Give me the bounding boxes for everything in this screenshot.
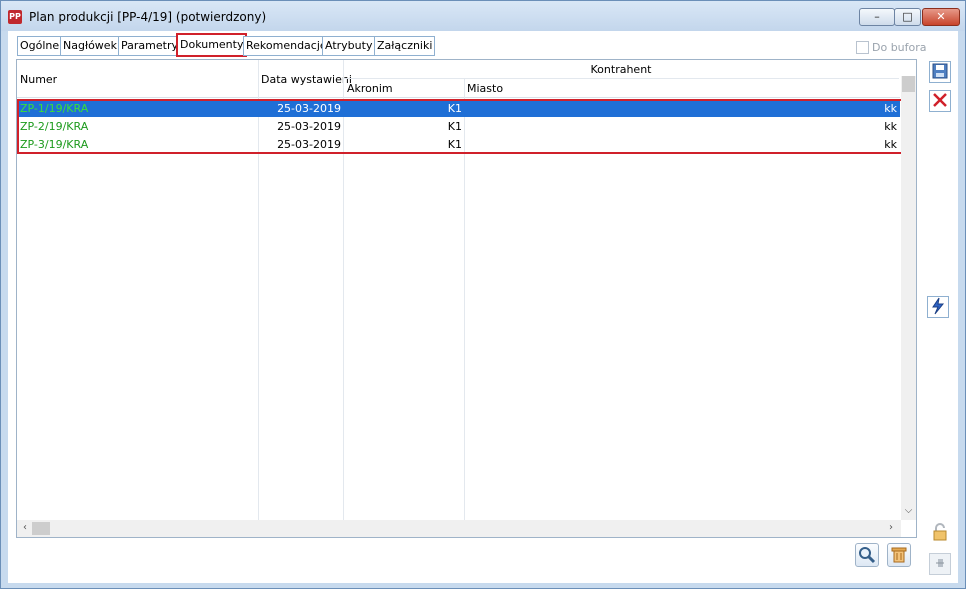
horizontal-scroll-thumb[interactable]	[32, 522, 50, 535]
horizontal-scrollbar[interactable]: ‹ ›	[17, 520, 901, 537]
cell-numer: ZP-2/19/KRA	[20, 120, 89, 133]
save-button[interactable]	[929, 61, 951, 83]
cell-data: 25-03-2019	[277, 102, 341, 115]
table-row[interactable]: ZP-1/19/KRA 25-03-2019 K1 kk	[18, 100, 900, 117]
header-divider	[343, 78, 899, 79]
table-row[interactable]: ZP-2/19/KRA 25-03-2019 K1 kk	[18, 118, 900, 135]
tab-zalaczniki[interactable]: Załączniki	[374, 36, 436, 56]
lock-button[interactable]	[929, 522, 951, 544]
tab-rekomendacje[interactable]: Rekomendacje	[243, 36, 330, 56]
cell-numer: ZP-1/19/KRA	[20, 102, 89, 115]
tab-parametry[interactable]: Parametry	[118, 36, 181, 56]
cell-data: 25-03-2019	[277, 138, 341, 151]
form-client-area: Ogólne Nagłówek Parametry Dokumenty Reko…	[8, 31, 958, 583]
trash-button[interactable]	[887, 543, 911, 567]
scroll-down-icon[interactable]: ⌵	[902, 504, 915, 518]
column-header-numer[interactable]: Numer	[20, 73, 57, 86]
table-row[interactable]: ZP-3/19/KRA 25-03-2019 K1 kk	[18, 136, 900, 153]
run-button[interactable]	[927, 296, 949, 318]
pin-icon	[936, 559, 944, 567]
lightning-icon	[932, 297, 945, 315]
tab-ogolne[interactable]: Ogólne	[17, 36, 63, 56]
do-bufora-label: Do bufora	[872, 41, 927, 54]
cell-data: 25-03-2019	[277, 120, 341, 133]
column-header-miasto[interactable]: Miasto	[467, 82, 503, 95]
vertical-scrollbar[interactable]: ⌵	[901, 76, 916, 520]
cell-akronim: K1	[447, 120, 462, 133]
close-button[interactable]: ✕	[922, 8, 960, 26]
cell-miasto: kk	[884, 138, 897, 151]
tab-naglowek[interactable]: Nagłówek	[60, 36, 120, 56]
documents-grid[interactable]: Numer Data wystawieni Kontrahent Akronim…	[16, 59, 917, 538]
tab-atrybuty[interactable]: Atrybuty	[322, 36, 376, 56]
column-header-data[interactable]: Data wystawieni	[261, 73, 352, 86]
scroll-right-icon[interactable]: ›	[885, 521, 897, 535]
window-title: Plan produkcji [PP-4/19] (potwierdzony)	[29, 10, 267, 24]
cell-akronim: K1	[447, 102, 462, 115]
tab-dokumenty[interactable]: Dokumenty	[176, 33, 248, 57]
plan-produkcji-window: PP Plan produkcji [PP-4/19] (potwierdzon…	[0, 0, 966, 589]
trash-icon	[891, 547, 907, 563]
column-header-kontrahent: Kontrahent	[590, 63, 652, 76]
search-button[interactable]	[855, 543, 879, 567]
minimize-button[interactable]: –	[859, 8, 895, 26]
save-icon	[932, 63, 948, 79]
cell-numer: ZP-3/19/KRA	[20, 138, 89, 151]
lock-icon	[933, 523, 947, 541]
delete-icon	[933, 93, 947, 107]
title-bar: PP Plan produkcji [PP-4/19] (potwierdzon…	[1, 1, 965, 31]
cell-miasto: kk	[884, 102, 897, 115]
magnifier-icon	[859, 547, 876, 564]
cell-miasto: kk	[884, 120, 897, 133]
do-bufora-checkbox[interactable]	[856, 41, 869, 54]
column-header-akronim[interactable]: Akronim	[347, 82, 393, 95]
pin-button[interactable]	[929, 553, 951, 575]
cell-akronim: K1	[447, 138, 462, 151]
cancel-button[interactable]	[929, 90, 951, 112]
maximize-button[interactable]: □	[894, 8, 921, 26]
vertical-scroll-thumb[interactable]	[902, 76, 915, 92]
grid-header: Numer Data wystawieni Kontrahent Akronim…	[17, 60, 900, 98]
app-icon: PP	[8, 10, 22, 24]
scroll-left-icon[interactable]: ‹	[19, 521, 31, 535]
